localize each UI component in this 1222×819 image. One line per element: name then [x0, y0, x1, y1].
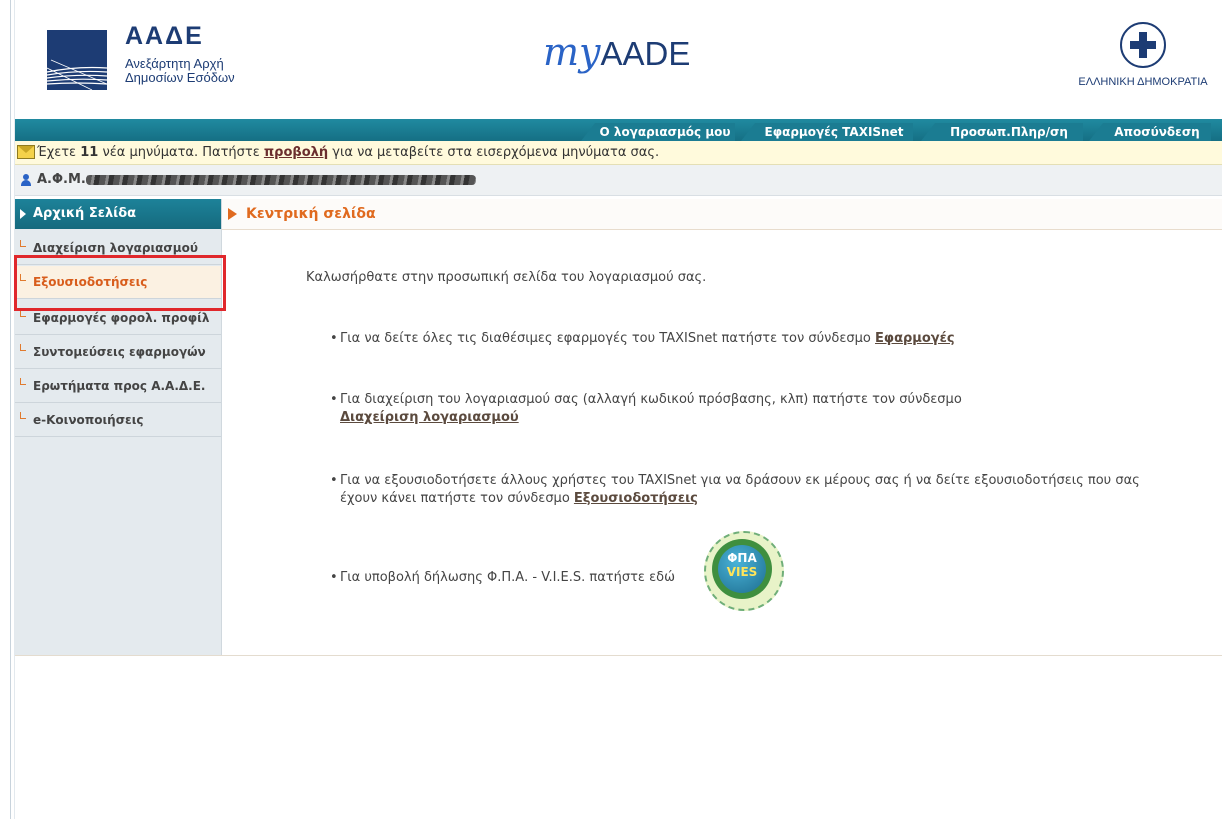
aade-subtitle: Ανεξάρτητη Αρχή Δημοσίων Εσόδων — [125, 57, 235, 85]
corner-arrow-icon — [20, 240, 26, 247]
welcome-text: Καλωσήρθατε στην προσωπική σελίδα του λο… — [306, 270, 707, 285]
sidebar-item-app-shortcuts[interactable]: Συντομεύσεις εφαρμογών — [15, 336, 221, 369]
page-title: Κεντρική σελίδα — [246, 206, 376, 222]
sidebar-item-questions[interactable]: Ερωτήματα προς Α.Α.Δ.Ε. — [15, 370, 221, 403]
vies-t1: ΦΠΑ — [727, 551, 757, 565]
messages-pre: Έχετε — [37, 145, 81, 160]
myaade-logo[interactable]: myAADE — [543, 30, 690, 80]
sidebar-item-home[interactable]: Αρχική Σελίδα — [15, 199, 221, 229]
afm-redacted-value — [86, 175, 476, 185]
aade-subtitle-line2: Δημοσίων Εσόδων — [125, 70, 235, 85]
sidebar-item-label: e-Κοινοποιήσεις — [33, 413, 144, 427]
envelope-icon — [17, 145, 35, 159]
content-bottom-divider — [15, 655, 1222, 656]
bullet-text: Για να εξουσιοδοτήσετε άλλους χρήστες το… — [340, 473, 1140, 506]
account-management-link[interactable]: Διαχείριση λογαριασμού — [340, 410, 519, 425]
tab-taxisnet-apps[interactable]: Εφαρμογές TAXISnet — [741, 123, 913, 141]
messages-count: 11 — [80, 145, 99, 160]
messages-text: Έχετε 11 νέα μηνύματα. Πατήστε προβολή γ… — [37, 141, 659, 164]
corner-arrow-icon — [20, 412, 26, 419]
afm-label: Α.Φ.Μ.: — [37, 172, 92, 187]
aade-logo[interactable]: ΑΑΔΕ Ανεξάρτητη Αρχή Δημοσίων Εσόδων — [47, 22, 287, 102]
page-left-border — [10, 0, 11, 819]
emblem-text: ΕΛΛΗΝΙΚΗ ΔΗΜΟΚΡΑΤΙΑ — [1078, 76, 1208, 88]
bullet-text: Για να δείτε όλες τις διαθέσιμες εφαρμογ… — [340, 331, 876, 346]
aade-title: ΑΑΔΕ — [125, 22, 204, 50]
myaade-aade: AADE — [600, 35, 691, 72]
list-item-vat: Για υποβολή δήλωσης Φ.Π.Α. - V.I.E.S. πα… — [330, 569, 720, 587]
messages-view-link[interactable]: προβολή — [264, 145, 328, 160]
user-icon — [21, 174, 31, 186]
greek-republic-emblem: ΕΛΛΗΝΙΚΗ ΔΗΜΟΚΡΑΤΙΑ — [1073, 22, 1213, 102]
messages-bar: Έχετε 11 νέα μηνύματα. Πατήστε προβολή γ… — [15, 141, 1222, 165]
list-item-account: Για διαχείριση του λογαριασμού σας (αλλα… — [330, 391, 1160, 427]
corner-arrow-icon — [20, 310, 26, 317]
aade-logo-icon — [47, 30, 107, 90]
main-header: Κεντρική σελίδα — [222, 199, 1222, 230]
arrow-right-icon — [228, 208, 237, 220]
aade-subtitle-line1: Ανεξάρτητη Αρχή — [125, 56, 224, 71]
messages-post: για να μεταβείτε στα εισερχόμενα μηνύματ… — [328, 145, 660, 160]
greek-emblem-icon — [1120, 22, 1166, 68]
list-item-apps: Για να δείτε όλες τις διαθέσιμες εφαρμογ… — [330, 330, 1160, 348]
site-header: ΑΑΔΕ Ανεξάρτητη Αρχή Δημοσίων Εσόδων myA… — [15, 0, 1222, 120]
vat-vies-badge[interactable]: ΦΠΑ VIES — [704, 531, 784, 611]
arrow-right-icon — [20, 209, 26, 219]
top-nav: Ο λογαριασμός μου Εφαρμογές TAXISnet Προ… — [15, 119, 1222, 141]
sidebar-item-label: Αρχική Σελίδα — [33, 206, 137, 221]
apps-link[interactable]: Εφαρμογές — [875, 331, 955, 346]
highlight-box — [14, 255, 226, 311]
bullet-text: Για διαχείριση του λογαριασμού σας (αλλα… — [340, 392, 962, 407]
vies-badge-icon: ΦΠΑ VIES — [718, 545, 766, 593]
vies-t2: VIES — [726, 565, 758, 579]
sidebar-item-label: Ερωτήματα προς Α.Α.Δ.Ε. — [33, 379, 206, 393]
corner-arrow-icon — [20, 378, 26, 385]
tab-personal-info[interactable]: Προσωπ.Πληρ/ση — [921, 123, 1083, 141]
sidebar-item-e-notifications[interactable]: e-Κοινοποιήσεις — [15, 404, 221, 437]
myaade-my: my — [543, 30, 601, 74]
afm-bar: Α.Φ.Μ.: — [15, 165, 1222, 196]
bullet-text: Για υποβολή δήλωσης Φ.Π.Α. - V.I.E.S. πα… — [340, 570, 675, 585]
tab-logout[interactable]: Αποσύνδεση — [1089, 123, 1211, 141]
list-item-authorizations: Για να εξουσιοδοτήσετε άλλους χρήστες το… — [330, 472, 1170, 508]
messages-mid: νέα μηνύματα. Πατήστε — [98, 145, 264, 160]
tab-my-account[interactable]: Ο λογαριασμός μου — [581, 123, 735, 141]
corner-arrow-icon — [20, 344, 26, 351]
sidebar-item-label: Συντομεύσεις εφαρμογών — [33, 345, 206, 359]
authorizations-link[interactable]: Εξουσιοδοτήσεις — [574, 491, 698, 506]
